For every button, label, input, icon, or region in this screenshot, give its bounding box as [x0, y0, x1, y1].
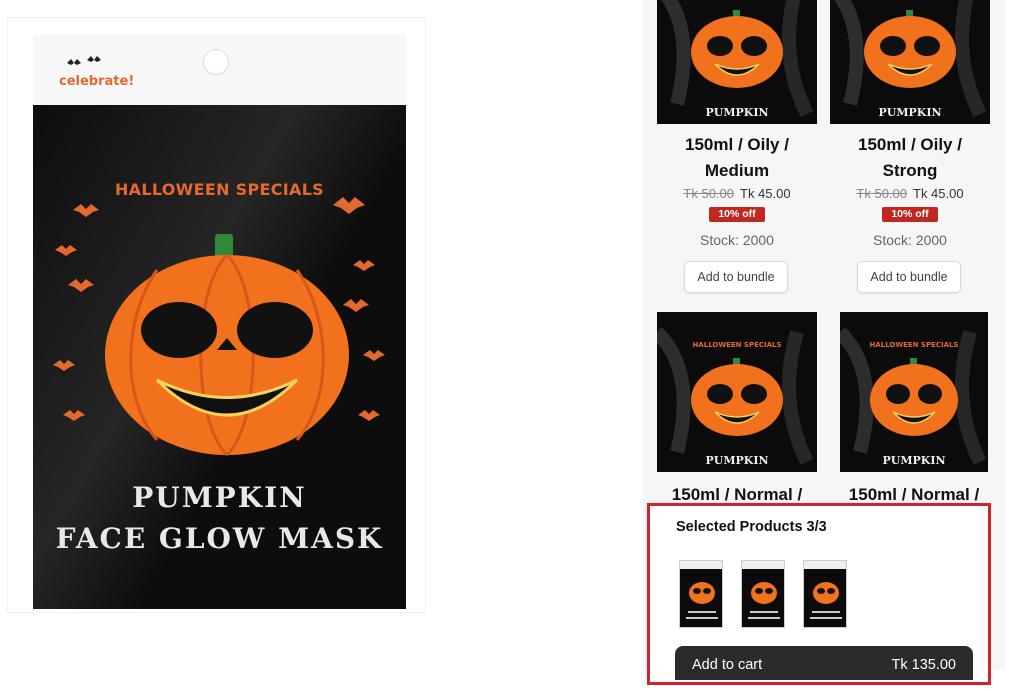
product-thumbnail[interactable]: HALLOWEEN SPECIALS PUMPKIN: [657, 312, 817, 472]
package-title-line2: FACE GLOW MASK: [55, 522, 384, 555]
selected-product-thumbnail[interactable]: [741, 560, 785, 628]
pumpkin-icon: PUMPKIN: [657, 0, 817, 124]
stock-label: Stock: 2000: [873, 232, 947, 248]
sale-price: Tk 45.00: [913, 186, 964, 201]
product-price: Tk 50.00 Tk 45.00: [830, 186, 990, 201]
old-price: Tk 50.00: [683, 186, 734, 201]
product-title-line1: 150ml / Oily /: [858, 135, 962, 154]
thumbnail-label: PUMPKIN: [705, 106, 768, 119]
product-title: 150ml / Oily / Strong: [830, 132, 990, 184]
discount-badge: 10% off: [709, 207, 765, 222]
product-title-line2: Strong: [882, 161, 938, 180]
sale-price: Tk 45.00: [740, 186, 791, 201]
product-price: Tk 50.00 Tk 45.00: [657, 186, 817, 201]
selected-products-panel: Selected Products 3/3 Add to cart Tk 135…: [647, 503, 991, 685]
stock-label: Stock: 2000: [700, 232, 774, 248]
product-card: HALLOWEEN SPECIALS PUMPKIN 150ml / Norma…: [657, 312, 817, 512]
pumpkin-icon: [105, 234, 349, 457]
main-product-image[interactable]: celebrate! HALLOWEEN SPECIALS PUMPKIN FA…: [7, 17, 426, 613]
product-package: celebrate! HALLOWEEN SPECIALS PUMPKIN FA…: [33, 35, 406, 609]
product-thumbnail[interactable]: PUMPKIN: [830, 0, 990, 124]
pumpkin-icon: HALLOWEEN SPECIALS PUMPKIN: [840, 312, 988, 472]
cart-total: Tk 135.00: [891, 657, 957, 673]
product-title-line1: 150ml / Oily /: [685, 135, 789, 154]
selected-products-title: Selected Products 3/3: [676, 519, 827, 535]
add-to-cart-label: Add to cart: [692, 657, 763, 673]
product-card: PUMPKIN 150ml / Oily / Strong Tk 50.00 Tk…: [830, 0, 990, 294]
old-price: Tk 50.00: [856, 186, 907, 201]
thumbnail-label: PUMPKIN: [705, 454, 768, 467]
product-thumbnail[interactable]: HALLOWEEN SPECIALS PUMPKIN: [840, 312, 988, 472]
add-to-bundle-button[interactable]: Add to bundle: [857, 261, 961, 293]
product-thumbnail[interactable]: PUMPKIN: [657, 0, 817, 124]
thumbnail-special-text: HALLOWEEN SPECIALS: [869, 341, 958, 349]
pumpkin-icon: [680, 561, 722, 627]
add-to-cart-button[interactable]: Add to cart Tk 135.00: [675, 646, 973, 680]
discount-badge: 10% off: [882, 207, 938, 222]
pumpkin-icon: [804, 561, 846, 627]
product-title-line2: Medium: [704, 161, 770, 180]
package-special-text: HALLOWEEN SPECIALS: [114, 180, 325, 199]
thumbnail-special-text: HALLOWEEN SPECIALS: [692, 341, 781, 349]
product-title: 150ml / Oily / Medium: [657, 132, 817, 184]
package-title-line1: PUMPKIN: [132, 481, 307, 514]
thumbnail-label: PUMPKIN: [882, 454, 945, 467]
thumbnail-label: PUMPKIN: [878, 106, 941, 119]
pumpkin-icon: HALLOWEEN SPECIALS PUMPKIN: [657, 312, 817, 472]
product-card: PUMPKIN 150ml / Oily / Medium Tk 50.00 Tk…: [657, 0, 817, 294]
pumpkin-icon: PUMPKIN: [830, 0, 990, 124]
pumpkin-icon: [742, 561, 784, 627]
product-card: HALLOWEEN SPECIALS PUMPKIN 150ml / Norma…: [840, 312, 988, 512]
add-to-bundle-button[interactable]: Add to bundle: [684, 261, 788, 293]
selected-product-thumbnail[interactable]: [803, 560, 847, 628]
selected-product-thumbnail[interactable]: [679, 560, 723, 628]
